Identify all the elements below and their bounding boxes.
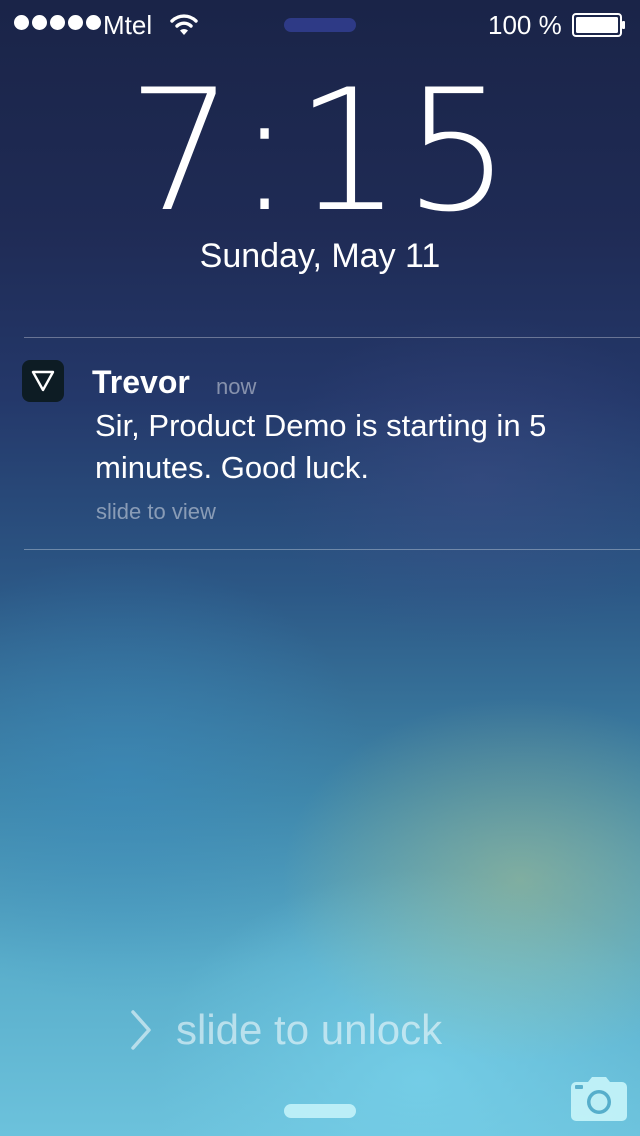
slide-to-unlock-slider[interactable]: slide to unlock bbox=[128, 1005, 442, 1055]
notification-message[interactable]: Sir, Product Demo is starting in 5 minut… bbox=[95, 405, 615, 489]
notification-slide-to-view[interactable]: slide to view bbox=[96, 498, 216, 526]
lock-screen-date: Sunday, May 11 bbox=[199, 237, 441, 275]
camera-icon[interactable] bbox=[570, 1076, 628, 1122]
carrier-name: Mtel bbox=[103, 10, 153, 40]
notification-sender: Trevor bbox=[92, 364, 190, 400]
control-center-grabber[interactable] bbox=[284, 1104, 356, 1118]
battery-icon bbox=[572, 13, 625, 37]
notification-center-grabber[interactable] bbox=[284, 18, 356, 32]
battery-percentage: 100 % bbox=[488, 10, 562, 40]
chevron-right-icon bbox=[131, 1010, 151, 1050]
notification-divider-top bbox=[24, 337, 640, 338]
wifi-icon bbox=[170, 14, 198, 35]
triangle-down-icon[interactable] bbox=[22, 360, 64, 402]
lock-screen-clock: 7:15 bbox=[127, 53, 513, 249]
signal-dots-icon bbox=[14, 15, 101, 30]
notification-time: now bbox=[216, 374, 257, 399]
slide-to-unlock-label: slide to unlock bbox=[176, 1006, 443, 1053]
notification-divider-bottom bbox=[24, 549, 640, 550]
status-bar: Mtel 100 % bbox=[0, 0, 640, 50]
